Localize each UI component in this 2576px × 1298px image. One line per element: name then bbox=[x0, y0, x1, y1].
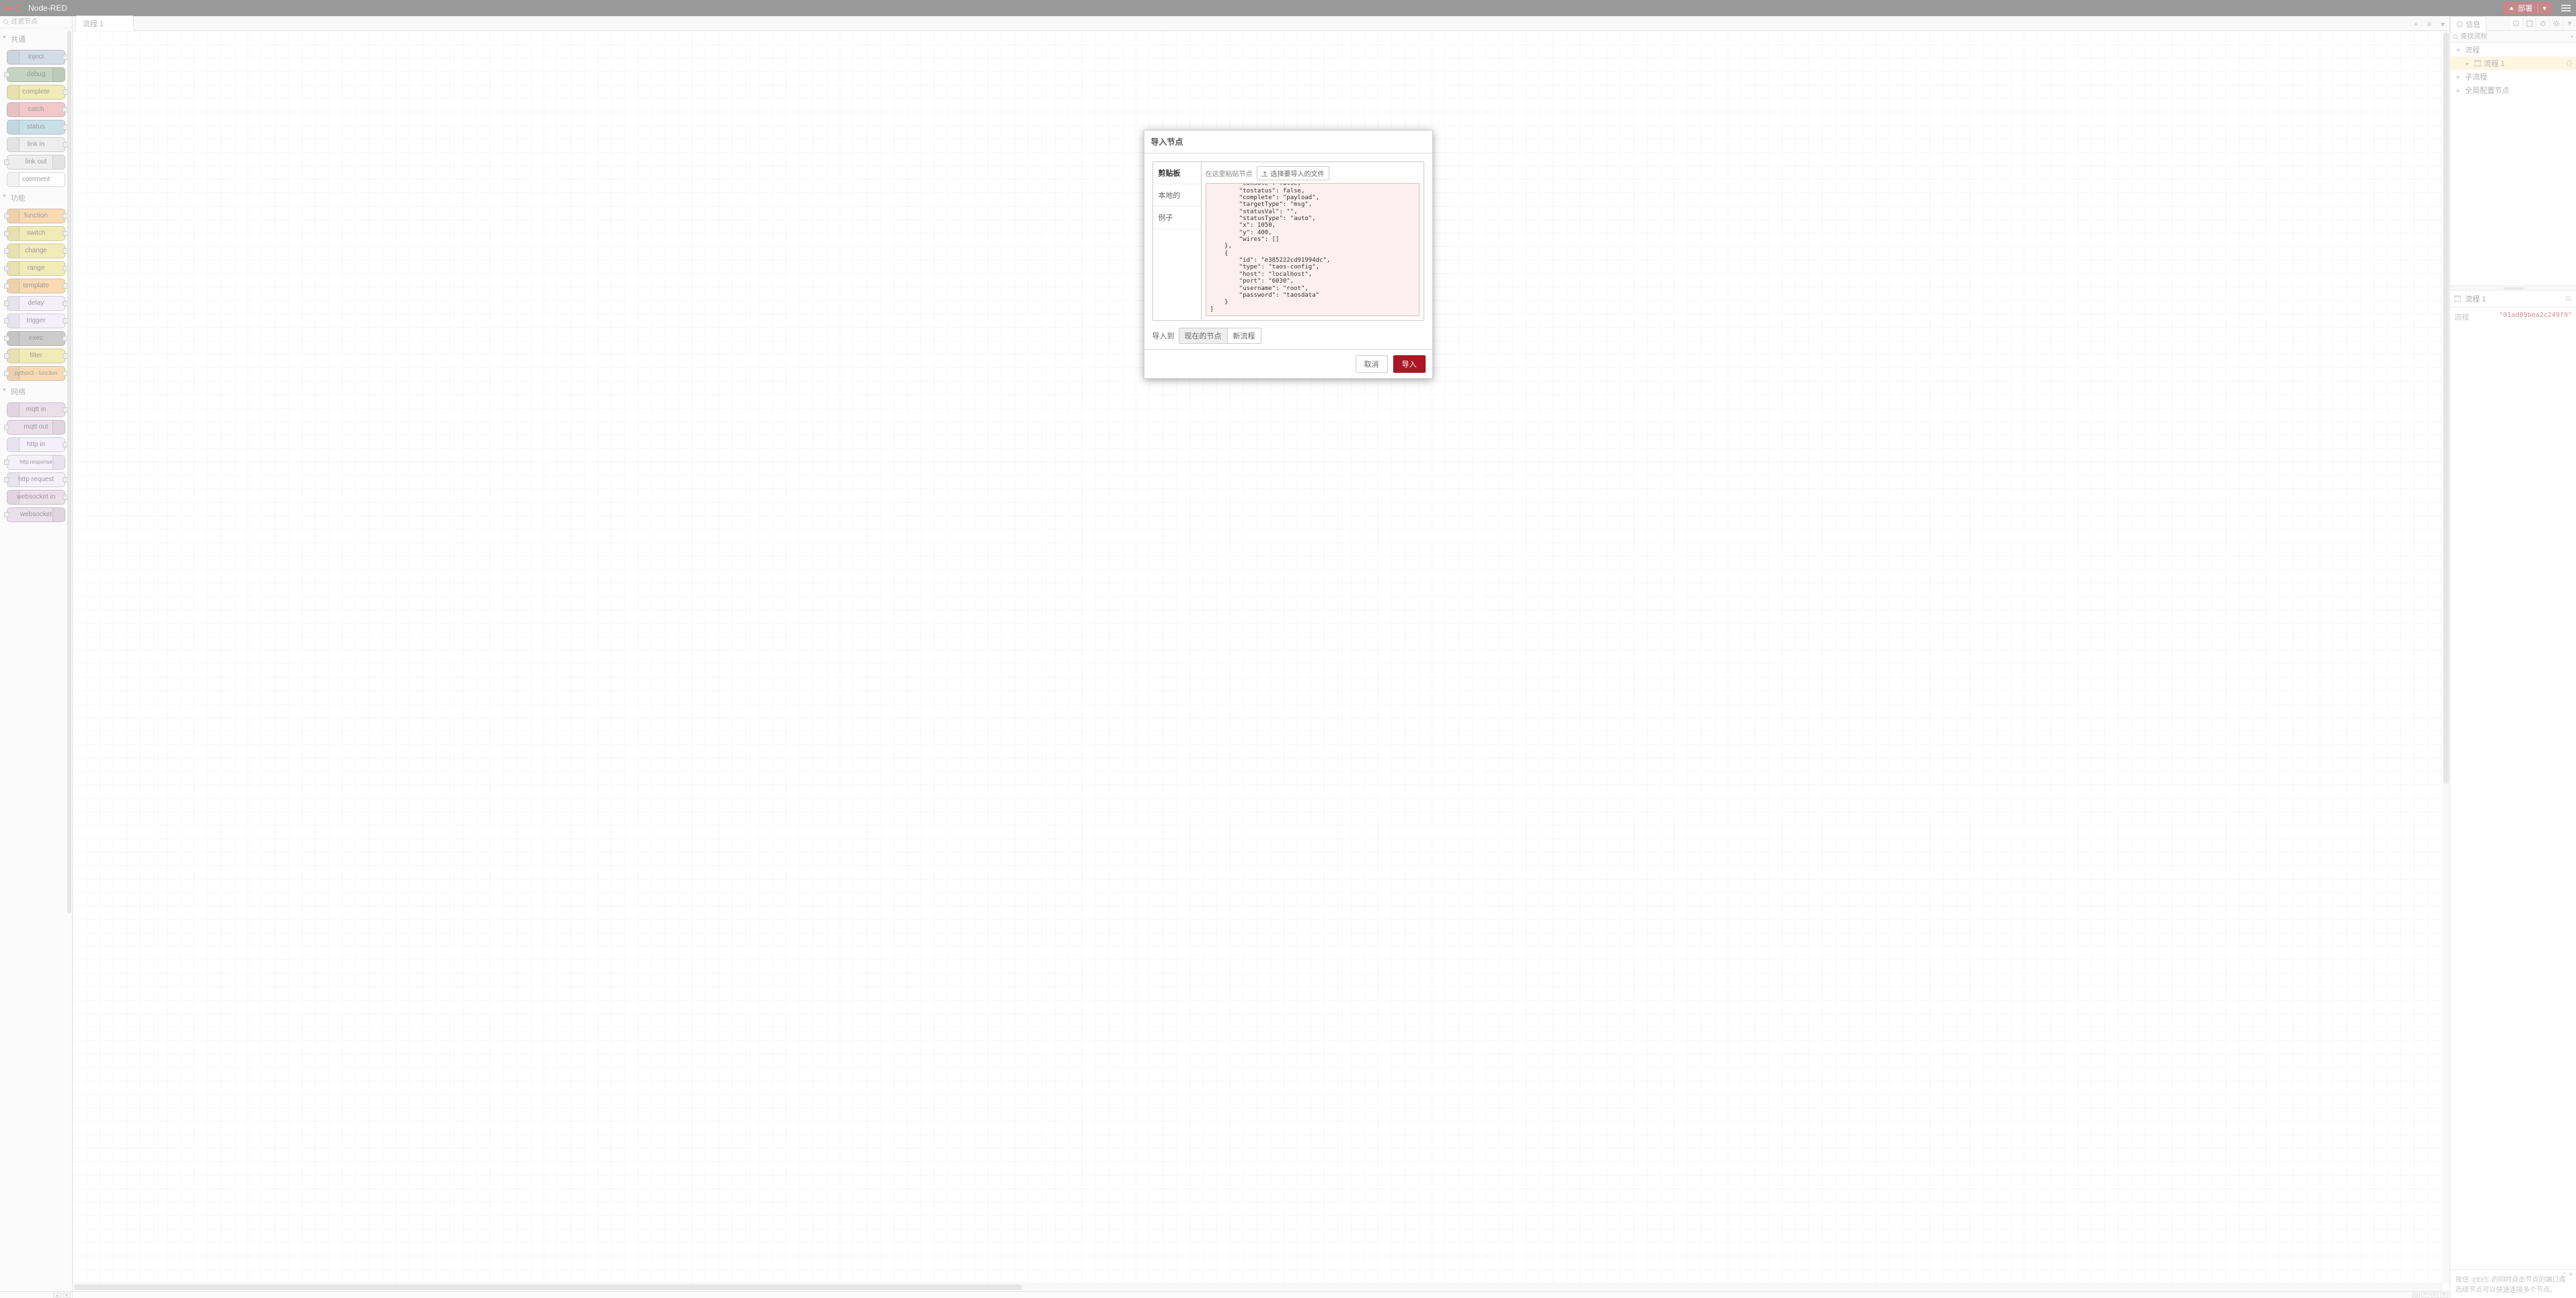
dest-new-button[interactable]: 新流程 bbox=[1227, 328, 1261, 344]
import-tab-local[interactable]: 本地的 bbox=[1153, 184, 1201, 207]
import-tab-clipboard[interactable]: 剪贴板 bbox=[1153, 162, 1201, 184]
cancel-button[interactable]: 取消 bbox=[1356, 355, 1388, 373]
upload-icon bbox=[1261, 170, 1268, 177]
select-file-button[interactable]: 选择要导入的文件 bbox=[1257, 166, 1329, 180]
dialog-footer: 取消 导入 bbox=[1144, 349, 1432, 378]
dest-current-button[interactable]: 现在的节点 bbox=[1179, 328, 1228, 344]
import-destination-row: 导入到 现在的节点 新流程 bbox=[1152, 328, 1424, 344]
dialog-body: 剪贴板 本地的 例子 在这里粘贴节点 选择要导入的文件 导入到 bbox=[1144, 153, 1432, 349]
import-button[interactable]: 导入 bbox=[1393, 355, 1426, 373]
import-dialog: 导入节点 剪贴板 本地的 例子 在这里粘贴节点 选择要导入的文件 bbox=[1144, 130, 1433, 379]
import-content: 在这里粘贴节点 选择要导入的文件 bbox=[1202, 162, 1424, 320]
modal-overlay[interactable]: 导入节点 剪贴板 本地的 例子 在这里粘贴节点 选择要导入的文件 bbox=[0, 0, 2576, 1298]
import-source-tabs: 剪贴板 本地的 例子 bbox=[1153, 162, 1202, 320]
import-top-row: 在这里粘贴节点 选择要导入的文件 bbox=[1206, 166, 1420, 180]
import-box: 剪贴板 本地的 例子 在这里粘贴节点 选择要导入的文件 bbox=[1152, 161, 1424, 321]
import-destination-segment: 现在的节点 新流程 bbox=[1179, 328, 1261, 344]
paste-hint: 在这里粘贴节点 bbox=[1206, 168, 1253, 178]
select-file-label: 选择要导入的文件 bbox=[1271, 168, 1325, 178]
import-to-label: 导入到 bbox=[1152, 330, 1175, 341]
import-tab-examples[interactable]: 例子 bbox=[1153, 207, 1201, 229]
import-json-textarea[interactable] bbox=[1206, 183, 1420, 316]
dialog-title: 导入节点 bbox=[1144, 131, 1432, 153]
